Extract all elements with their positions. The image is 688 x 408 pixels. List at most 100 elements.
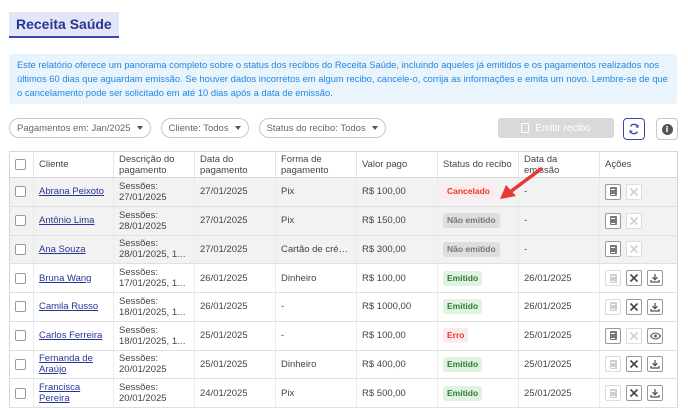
description-dates: 27/01/2025 [119,191,167,203]
actions-cell [599,263,678,293]
client-link[interactable]: Ana Souza [39,244,85,255]
client-link[interactable]: Francisca Pereira [39,382,80,404]
row-select-cell [9,206,34,236]
client-link[interactable]: Bruna Wang [39,273,91,284]
download-icon [650,389,660,398]
payment-method-cell: Pix [275,206,357,236]
table-row: Camila Russo Sessões: 18/01/2025, 11/... … [9,292,678,322]
table-row: Fernanda de Araújo Sessões: 20/01/2025 25… [9,350,678,380]
status-select[interactable]: Status do recibo: Todos [258,118,386,138]
description-label: Sessões: [119,180,159,192]
emit-row-button[interactable] [605,298,621,315]
download-row-button[interactable] [647,270,663,287]
emit-row-button[interactable] [605,241,621,258]
emit-row-button[interactable] [605,212,621,229]
row-checkbox[interactable] [15,215,26,227]
help-button[interactable]: i [656,118,678,140]
client-link[interactable]: Abrana Peixoto [39,186,104,197]
cancel-row-button[interactable] [626,270,642,287]
payment-method-cell: Cartão de crédito [275,235,357,265]
description-dates: 20/01/2025 [119,393,167,405]
value-cell: R$ 500,00 [356,378,438,408]
row-checkbox[interactable] [15,330,26,342]
client-select[interactable]: Cliente: Todos [160,118,249,138]
header-status: Status do recibo [437,151,519,178]
row-select-cell [9,263,34,293]
close-icon [629,187,639,196]
select-all-cell [9,151,34,178]
emit-row-button[interactable] [605,327,621,344]
download-row-button[interactable] [647,356,663,373]
description-cell: Sessões: 28/01/2025 [113,206,195,236]
description-label: Sessões: [119,295,159,307]
emit-row-button[interactable] [605,356,621,373]
emission-date-cell: 25/01/2025 [518,378,600,408]
description-cell: Sessões: 18/01/2025, 11/... [113,292,195,322]
row-actions [605,212,672,229]
payments-period-select[interactable]: Pagamentos em: Jan/2025 [9,118,151,138]
emit-receipt-button[interactable]: Emitir recibo [498,118,614,138]
download-row-button[interactable] [647,298,663,315]
description-label: Sessões: [119,353,159,365]
client-cell: Abrana Peixoto [33,177,114,207]
description-cell: Sessões: 17/01/2025, 11/... [113,263,195,293]
document-icon [521,123,530,133]
receipts-table: Cliente Descrição do pagamento Data do p… [9,151,678,408]
emission-date-cell: 26/01/2025 [518,292,600,322]
client-link[interactable]: Antônio Lima [39,215,94,226]
client-cell: Bruna Wang [33,263,114,293]
row-checkbox[interactable] [15,272,26,284]
select-all-checkbox[interactable] [15,158,26,170]
payment-date-cell: 27/01/2025 [194,177,276,207]
close-icon [629,216,639,225]
row-checkbox[interactable] [15,186,26,198]
row-checkbox[interactable] [15,243,26,255]
value-cell: R$ 300,00 [356,235,438,265]
actions-cell [599,177,678,207]
client-cell: Fernanda de Araújo [33,350,114,380]
cancel-row-button[interactable] [626,212,642,229]
emission-date-cell: 26/01/2025 [518,263,600,293]
description-dates: 18/01/2025, 11/... [119,335,189,347]
view-row-button[interactable] [647,327,663,344]
cancel-row-button[interactable] [626,241,642,258]
payment-method-cell: Pix [275,378,357,408]
status-badge: Emitido [443,356,483,372]
client-link[interactable]: Camila Russo [39,301,98,312]
client-link[interactable]: Carlos Ferreira [39,330,102,341]
close-icon [629,331,639,340]
refresh-button[interactable] [623,118,645,140]
cancel-row-button[interactable] [626,385,642,402]
client-cell: Ana Souza [33,235,114,265]
client-select-label: Cliente: Todos [168,122,229,134]
page-title: Receita Saúde [9,12,119,38]
emission-date-cell: - [518,235,600,265]
description-cell: Sessões: 18/01/2025, 11/... [113,321,195,351]
emit-row-button[interactable] [605,270,621,287]
cancel-row-button[interactable] [626,356,642,373]
header-payment-date: Data do pagamento [194,151,276,178]
row-checkbox[interactable] [15,358,26,370]
client-link[interactable]: Fernanda de Araújo [39,353,93,375]
description-label: Sessões: [119,267,159,279]
cancel-row-button[interactable] [626,327,642,344]
payments-period-label: Pagamentos em: Jan/2025 [17,122,131,134]
status-cell: Não emitido [437,206,519,236]
status-cell: Erro [437,321,519,351]
header-actions: Ações [599,151,678,178]
status-badge: Cancelado [443,184,494,200]
status-cell: Emitido [437,292,519,322]
cancel-row-button[interactable] [626,183,642,200]
cancel-row-button[interactable] [626,298,642,315]
row-checkbox[interactable] [15,301,26,313]
emit-row-button[interactable] [605,183,621,200]
row-checkbox[interactable] [15,387,26,399]
row-select-cell [9,350,34,380]
row-select-cell [9,235,34,265]
info-icon: i [661,123,673,135]
payment-date-cell: 26/01/2025 [194,263,276,293]
download-row-button[interactable] [647,385,663,402]
emit-row-button[interactable] [605,385,621,402]
status-badge: Não emitido [443,213,500,229]
row-actions [605,356,672,373]
